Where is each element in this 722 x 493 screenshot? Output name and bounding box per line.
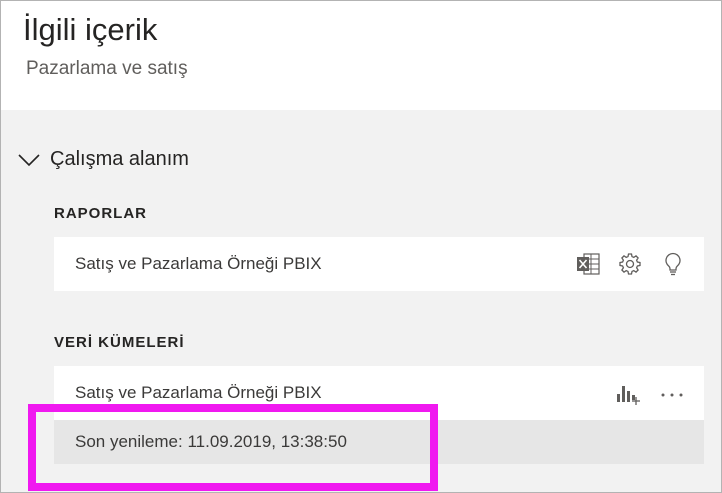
datasets-heading: VERİ KÜMELERİ — [54, 334, 185, 351]
panel-header: İlgili içerik Pazarlama ve satış — [1, 1, 721, 110]
dataset-item[interactable]: Satış ve Pazarlama Örneği PBIX — [54, 366, 704, 420]
page-subtitle: Pazarlama ve satış — [26, 58, 188, 79]
dataset-item-label: Satış ve Pazarlama Örneği PBIX — [75, 383, 322, 402]
reports-heading: RAPORLAR — [54, 205, 147, 222]
workspace-label: Çalışma alanım — [50, 148, 189, 170]
create-report-icon[interactable] — [615, 382, 641, 406]
last-refresh-text: Son yenileme: 11.09.2019, 13:38:50 — [75, 432, 347, 451]
dataset-refresh-row: Son yenileme: 11.09.2019, 13:38:50 — [54, 420, 704, 464]
chevron-down-icon[interactable] — [18, 153, 40, 167]
excel-icon[interactable] — [576, 253, 600, 275]
workspace-toggle[interactable]: Çalışma alanım — [18, 148, 189, 171]
gear-icon[interactable] — [618, 252, 642, 276]
more-options-icon[interactable] — [660, 392, 684, 398]
page-title: İlgili içerik — [23, 12, 158, 47]
report-item-label: Satış ve Pazarlama Örneği PBIX — [75, 254, 322, 273]
report-item[interactable]: Satış ve Pazarlama Örneği PBIX — [54, 237, 704, 291]
lightbulb-icon[interactable] — [664, 252, 682, 276]
